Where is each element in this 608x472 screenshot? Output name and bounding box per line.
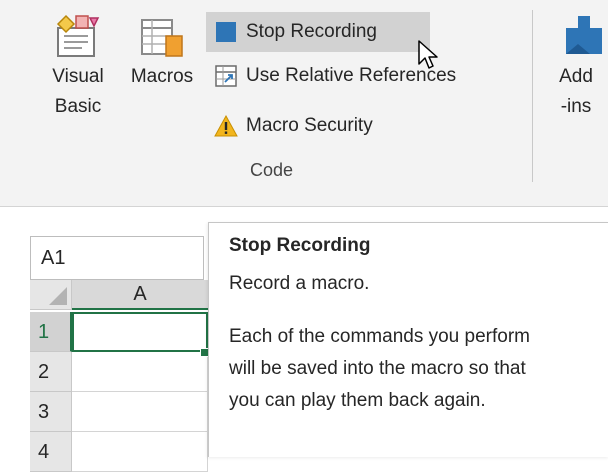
cell-a4[interactable]: [72, 432, 208, 472]
visual-basic-label: Visual Basic: [52, 66, 104, 117]
macros-icon: [141, 19, 183, 57]
add-ins-button[interactable]: Add-ins: [556, 14, 608, 122]
visual-basic-icon: [56, 14, 100, 57]
row-header-1[interactable]: 1: [30, 312, 72, 352]
stop-recording-button[interactable]: Stop Recording: [206, 12, 430, 52]
stop-recording-tooltip: Stop Recording Record a macro. Each of t…: [208, 222, 608, 457]
warning-icon: [214, 114, 238, 138]
macros-button[interactable]: Macros: [118, 14, 206, 92]
tooltip-detail: Each of the commands you perform will be…: [229, 326, 530, 411]
visual-basic-button[interactable]: Visual Basic: [40, 14, 116, 122]
tooltip-title: Stop Recording: [229, 235, 371, 256]
cell-a2[interactable]: [72, 352, 208, 392]
add-ins-icon: [566, 16, 602, 54]
row-header-4[interactable]: 4: [30, 432, 72, 472]
column-header-a[interactable]: A: [72, 280, 208, 310]
stop-square-icon: [214, 20, 238, 44]
code-group-label: Code: [250, 160, 294, 180]
tooltip-description: Record a macro.: [229, 273, 370, 294]
cell-a3[interactable]: [72, 392, 208, 432]
macros-label: Macros: [130, 66, 194, 87]
macro-security-button[interactable]: Macro Security: [206, 106, 373, 146]
row-header-3[interactable]: 3: [30, 392, 72, 432]
cell-a1[interactable]: [72, 312, 208, 352]
name-box[interactable]: A1: [30, 236, 204, 280]
ribbon: Visual Basic Macros Stop Recording Use R…: [0, 0, 608, 207]
mouse-cursor-icon: [418, 40, 438, 69]
macro-security-label: Macro Security: [246, 115, 373, 136]
group-separator: [532, 10, 533, 182]
row-header-2[interactable]: 2: [30, 352, 72, 392]
relative-references-icon: [214, 64, 238, 88]
add-ins-label: Add-ins: [559, 66, 593, 117]
stop-recording-label: Stop Recording: [246, 21, 377, 42]
select-all-corner[interactable]: [30, 280, 72, 310]
